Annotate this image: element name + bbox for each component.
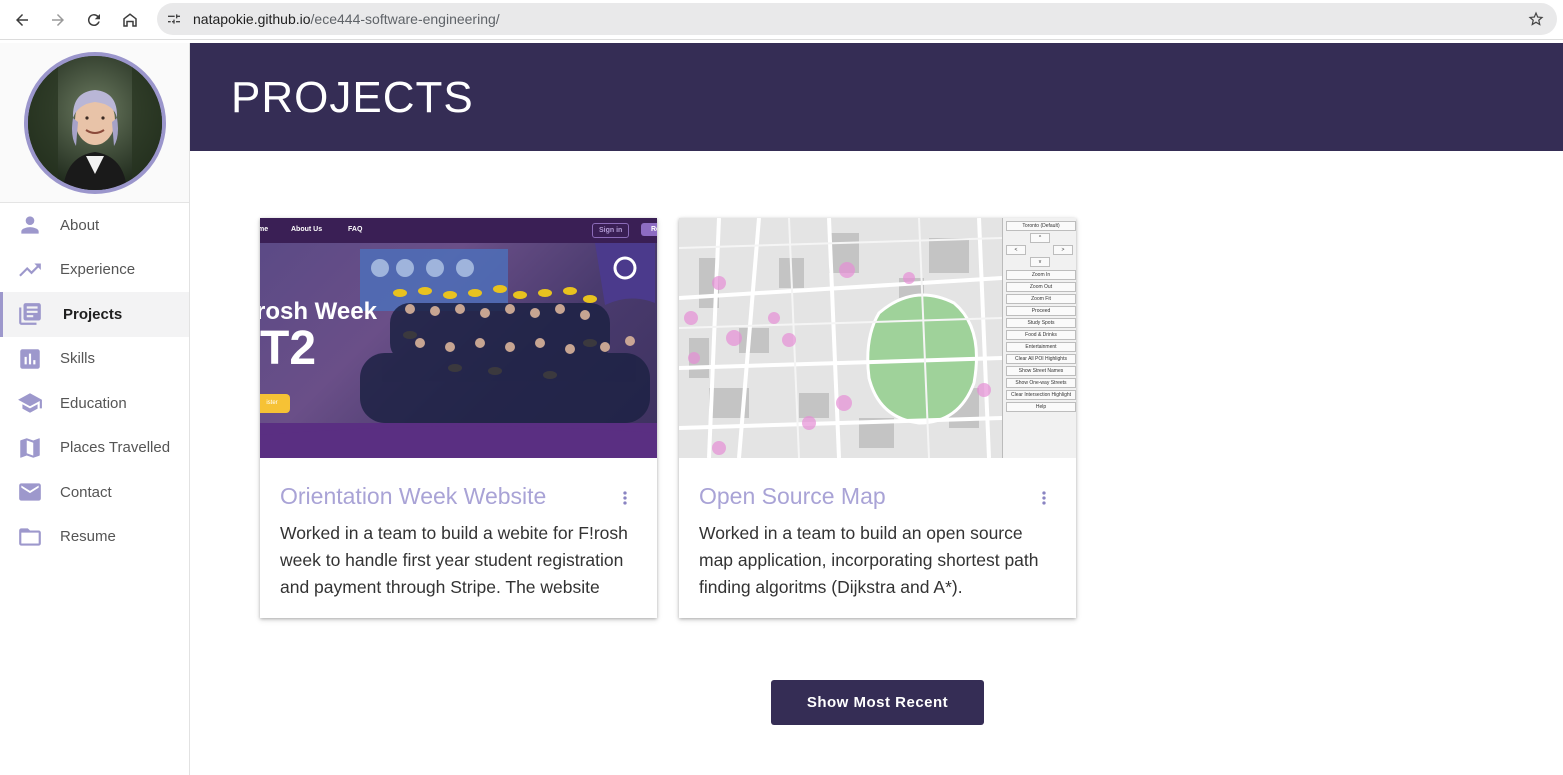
person-icon [17,212,43,238]
sidebar-item-about[interactable]: About [0,203,189,248]
sidebar-item-label: Education [60,394,127,412]
sidebar-item-experience[interactable]: Experience [0,248,189,293]
folder-icon [17,524,43,550]
map-zoom-out: Zoom Out [1006,282,1076,292]
url-text: natapokie.github.io/ece444-software-engi… [193,11,500,27]
show-most-recent-button[interactable]: Show Most Recent [771,680,984,725]
frosh-photo: rosh Week T2 ister [260,243,657,433]
url-path: /ece444-software-engineering/ [310,11,500,27]
avatar [23,51,166,194]
frosh-navbar: me About Us FAQ Sign in Re [260,218,657,243]
map-icon [17,435,43,461]
url-host: natapokie.github.io [193,11,311,27]
bar-chart-icon [17,346,43,372]
sidebar-nav: About Experience Projects Skills Educati… [0,203,189,559]
map-help: Help [1006,402,1076,412]
frosh-nav-home: me [260,226,269,233]
sidebar-item-label: Places Travelled [60,439,171,457]
bookmark-star-icon[interactable] [1527,10,1545,28]
frosh-wave [260,423,657,458]
map-study-spots: Study Spots [1006,318,1076,328]
arrow-back-icon [16,13,28,26]
map-canvas [679,218,1003,458]
page-header: PROJECTS [190,43,1563,151]
map-street-names: Show Street Names [1006,366,1076,376]
frosh-nav-register: Re [641,223,657,236]
home-icon [123,12,137,27]
site-settings-icon[interactable] [166,11,182,27]
sidebar-item-skills[interactable]: Skills [0,337,189,382]
map-control-panel: Toronto (Default) ^ < > v Zoom In Zoom O… [1002,218,1076,458]
project-image-map[interactable]: Toronto (Default) ^ < > v Zoom In Zoom O… [679,218,1076,458]
reload-icon [87,13,100,26]
sidebar-item-contact[interactable]: Contact [0,470,189,515]
mail-icon [17,479,43,505]
map-entertainment: Entertainment [1006,342,1076,352]
map-proceed: Proceed [1006,306,1076,316]
forward-button[interactable] [40,2,76,38]
sidebar-item-label: Projects [63,305,123,323]
frosh-register-button: ister [260,394,290,413]
map-pan-down: v [1030,257,1050,267]
sidebar: About Experience Projects Skills Educati… [0,43,190,775]
frosh-nav-about: About Us [291,226,323,233]
trending-up-icon [17,257,43,283]
sidebar-item-label: Contact [60,483,112,501]
browser-toolbar: natapokie.github.io/ece444-software-engi… [0,0,1563,40]
frosh-headline-2: T2 [260,322,317,375]
back-button[interactable] [4,2,40,38]
card-description: Worked in a team to build an open source… [699,523,1039,597]
sidebar-item-education[interactable]: Education [0,381,189,426]
page-title: PROJECTS [231,73,474,122]
more-vert-icon[interactable] [1034,488,1054,508]
sidebar-item-label: Resume [60,528,116,546]
arrow-forward-icon [52,13,64,26]
project-image-orientation[interactable]: rosh Week T2 ister me About Us FAQ Sign … [260,218,657,458]
map-pan-up: ^ [1030,233,1050,243]
library-books-icon [17,301,43,327]
card-title[interactable]: Open Source Map [699,483,886,510]
more-vert-icon[interactable] [615,488,635,508]
profile-photo [27,55,162,190]
home-button[interactable] [112,2,148,38]
map-clear-poi: Clear All POI Highlights [1006,354,1076,364]
sidebar-item-projects[interactable]: Projects [0,292,189,337]
map-one-way: Show One-way Streets [1006,378,1076,388]
map-zoom-in: Zoom In [1006,270,1076,280]
frosh-nav-faq: FAQ [348,226,363,233]
reload-button[interactable] [76,2,112,38]
frosh-nav-signin: Sign in [592,223,630,238]
sidebar-item-places-travelled[interactable]: Places Travelled [0,426,189,471]
project-card-orientation[interactable]: rosh Week T2 ister me About Us FAQ Sign … [260,218,657,618]
avatar-container [0,43,189,203]
map-pan-right: > [1053,245,1073,255]
card-title[interactable]: Orientation Week Website [280,483,546,510]
map-clear-intersection: Clear Intersection Highlight [1006,390,1076,400]
project-card-map[interactable]: Toronto (Default) ^ < > v Zoom In Zoom O… [679,218,1076,618]
sidebar-item-label: Skills [60,350,96,368]
map-food-drinks: Food & Drinks [1006,330,1076,340]
map-zoom-fit: Zoom Fit [1006,294,1076,304]
sidebar-item-label: About [60,216,100,234]
school-icon [17,390,43,416]
card-description: Worked in a team to build a webite for F… [280,523,628,597]
sidebar-item-resume[interactable]: Resume [0,515,189,560]
sidebar-item-label: Experience [60,261,136,279]
map-city-select: Toronto (Default) [1006,221,1076,231]
address-bar[interactable]: natapokie.github.io/ece444-software-engi… [157,3,1557,35]
map-pan-left: < [1006,245,1026,255]
